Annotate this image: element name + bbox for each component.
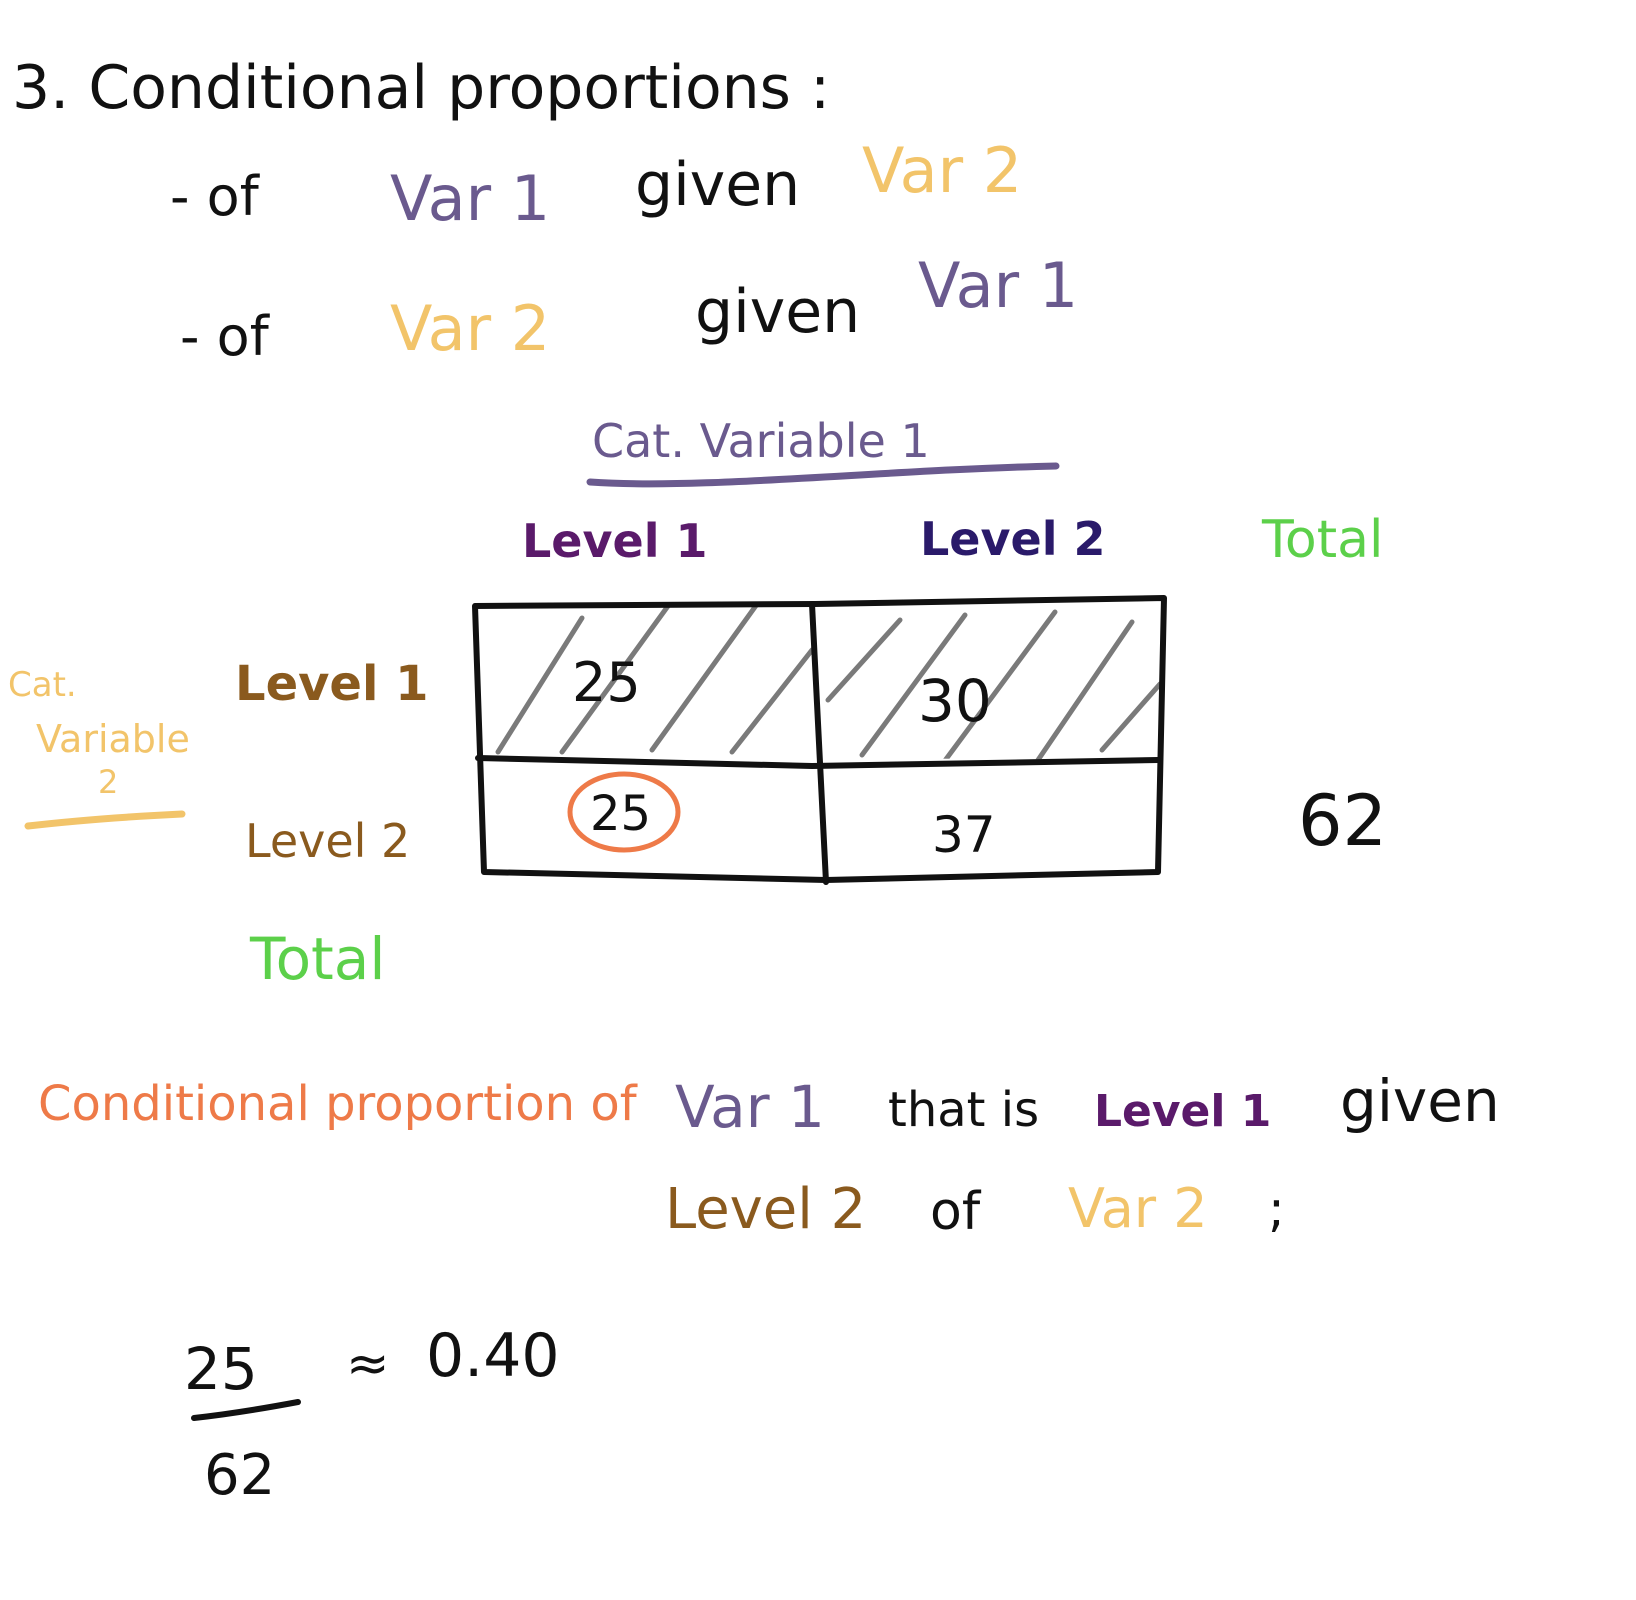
row-total-2: 62: [1298, 780, 1388, 862]
calc-numerator: 25: [184, 1335, 258, 1403]
calc-denominator: 62: [204, 1443, 276, 1508]
cell-r2-c1: 25: [590, 786, 652, 842]
calc-approx-sign: ≈: [346, 1334, 390, 1394]
statement-that-is: that is: [888, 1082, 1040, 1138]
statement-given: given: [1340, 1067, 1500, 1135]
statement-end: ;: [1268, 1180, 1285, 1238]
statement-level-1: Level 1: [1094, 1086, 1272, 1137]
var2-underline: [24, 810, 186, 830]
calc-result: 0.40: [426, 1321, 560, 1391]
statement-intro: Conditional proportion of: [38, 1076, 637, 1132]
var1-underline: [586, 462, 1060, 488]
fraction-bar: [191, 1399, 301, 1421]
statement-of: of: [930, 1182, 981, 1242]
table-grid: [472, 595, 1167, 885]
statement-level-2: Level 2: [665, 1177, 867, 1242]
cell-r1-c1: 25: [572, 651, 641, 714]
cell-r1-c2: 30: [918, 667, 992, 735]
cell-r2-c2: 37: [932, 806, 996, 864]
statement-var1: Var 1: [675, 1073, 825, 1141]
statement-var2: Var 2: [1068, 1177, 1208, 1240]
